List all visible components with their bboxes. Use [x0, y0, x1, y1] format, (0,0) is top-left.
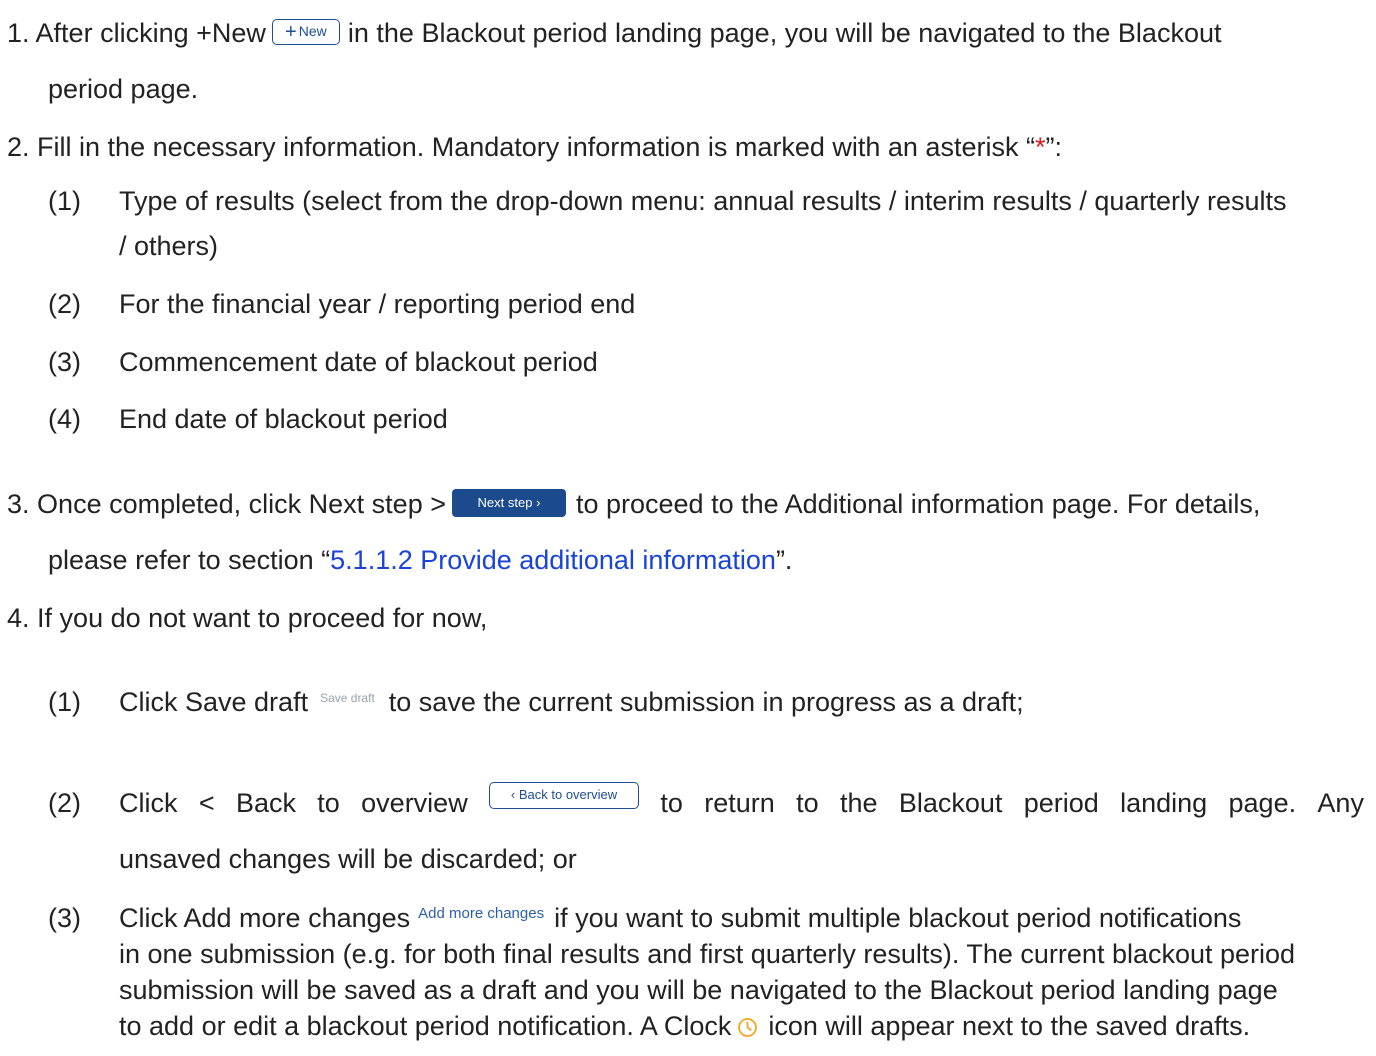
word: return	[704, 788, 775, 818]
step4-item3-line4: to add or edit a blackout period notific…	[119, 1008, 1250, 1044]
step4-item2-line: Click < Back to overview ‹ Back to overv…	[119, 782, 1364, 821]
section-link[interactable]: 5.1.1.2 Provide additional information	[330, 545, 776, 575]
asterisk-marker: *	[1034, 132, 1046, 162]
step2-item2-text: For the financial year / reporting perio…	[119, 289, 636, 319]
step1-continuation: period page.	[48, 74, 199, 104]
step4-item2-number: (2)	[48, 788, 81, 818]
plus-icon: +	[285, 20, 297, 43]
step2-line: 2. Fill in the necessary information. Ma…	[7, 129, 1062, 165]
step2-item3-text: Commencement date of blackout period	[119, 347, 598, 377]
add-more-changes-button[interactable]: Add more changes	[418, 896, 544, 932]
word: Back	[235, 788, 296, 818]
step4-item1-before: Click Save draft	[119, 687, 309, 717]
word: landing	[1120, 788, 1208, 818]
word: to	[317, 788, 340, 818]
word: overview	[361, 788, 468, 818]
step2-text-before: Fill in the necessary information. Manda…	[37, 132, 1035, 162]
step4-item3-line3: submission will be saved as a draft and …	[119, 975, 1278, 1005]
step1-line: 1. After clicking +New + New in the Blackou…	[7, 15, 1221, 51]
save-draft-button[interactable]: Save draft	[320, 680, 375, 716]
step3-line: 3. Once completed, click Next step > Next…	[7, 486, 1260, 522]
step4-text: If you do not want to proceed for now,	[37, 603, 488, 633]
step4-item3-line2: in one submission (e.g. for both final r…	[119, 939, 1296, 969]
clock-icon	[737, 1011, 758, 1038]
step3-text-before: Once completed, click Next step >	[37, 489, 446, 519]
step4-item3-number: (3)	[48, 903, 81, 933]
step3-number: 3.	[7, 489, 30, 519]
new-button[interactable]: + New	[271, 18, 340, 45]
step4-item3-before: Click Add more changes	[119, 903, 411, 933]
step2-item1-number: (1)	[48, 186, 81, 216]
step4-item1-number: (1)	[48, 687, 81, 717]
word: Blackout	[898, 788, 1003, 818]
step1-number: 1.	[7, 18, 30, 48]
word: period	[1023, 788, 1099, 818]
word: to	[660, 788, 683, 818]
step4-item3-line4-after: icon will appear next to the saved draft…	[768, 1011, 1251, 1041]
word: Any	[1317, 788, 1364, 818]
step1-text-after: in the Blackout period landing page, you…	[347, 18, 1222, 48]
step4-item2-continuation: unsaved changes will be discarded; or	[119, 844, 577, 874]
step4-number: 4.	[7, 603, 30, 633]
step4-item3-line1: Click Add more changes Add more changes if…	[119, 900, 1241, 938]
step4-item1-line: Click Save draft Save draft to save the cu…	[119, 684, 1024, 722]
next-step-button[interactable]: Next step ›	[451, 488, 566, 517]
step4-line: 4. If you do not want to proceed for now…	[7, 600, 487, 636]
word: <	[198, 788, 215, 818]
word: Click	[119, 788, 178, 818]
step2-item4-text: End date of blackout period	[119, 404, 448, 434]
step3-text-after: to proceed to the Additional information…	[575, 489, 1261, 519]
step4-item3-after: if you want to submit multiple blackout …	[554, 903, 1242, 933]
step1-text-before: After clicking +New	[35, 18, 266, 48]
word: the	[839, 788, 878, 818]
back-to-overview-button[interactable]: ‹ Back to overview	[489, 782, 640, 809]
step4-item1-after: to save the current submission in progre…	[388, 687, 1024, 717]
new-button-label: New	[298, 22, 327, 39]
word: page.	[1228, 788, 1297, 818]
step3-cont-after: ”.	[775, 545, 793, 575]
step2-item4-number: (4)	[48, 404, 81, 434]
step2-item1-text: Type of results (select from the drop-do…	[119, 186, 1287, 216]
step4-item3-line4-before: to add or edit a blackout period notific…	[119, 1011, 732, 1041]
step2-item3-number: (3)	[48, 347, 81, 377]
word: to	[796, 788, 819, 818]
step2-text-after: ”:	[1045, 132, 1062, 162]
step2-item1-continuation: / others)	[119, 231, 219, 261]
step2-number: 2.	[7, 132, 30, 162]
step3-cont-before: please refer to section “	[48, 545, 331, 575]
step3-continuation: please refer to section “5.1.1.2 Provide…	[48, 542, 792, 578]
step2-item2-number: (2)	[48, 289, 81, 319]
